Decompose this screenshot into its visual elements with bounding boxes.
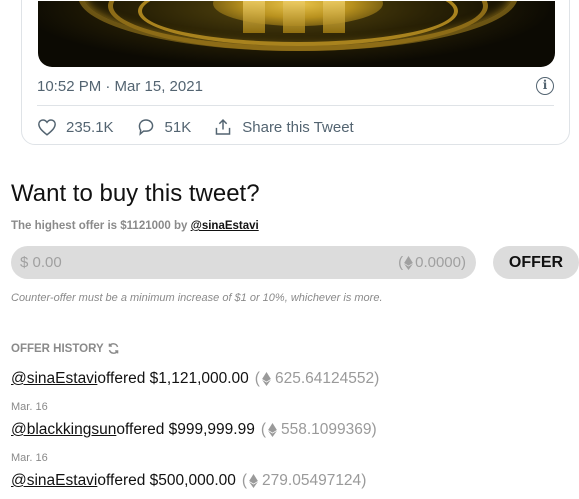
offer-eth-amount: 279.05497124 [262, 472, 362, 489]
highest-offer-prefix: The highest offer is $1121000 by [11, 220, 191, 232]
offer-eth-amount: 558.1099369 [281, 421, 372, 438]
offer-amount-text: offered $999,999.99 [116, 421, 255, 438]
offer-eth-value: (558.1099369) [260, 421, 377, 438]
share-button[interactable]: Share this Tweet [213, 118, 354, 136]
offer-amount-text: offered $1,121,000.00 [97, 370, 249, 387]
tweet-card: 10:52 PM · Mar 15, 2021 i 235.1K 51K Sha… [21, 0, 570, 145]
tweet-timestamp[interactable]: 10:52 PM · Mar 15, 2021 [37, 78, 203, 95]
share-label: Share this Tweet [242, 118, 354, 136]
like-button[interactable]: 235.1K [37, 118, 114, 136]
ethereum-icon [268, 423, 277, 437]
offer-history-row: @blackkingsun offered $999,999.99 (558.1… [11, 421, 377, 439]
ethereum-icon [404, 255, 413, 270]
share-icon [215, 119, 231, 135]
tweet-actions: 235.1K 51K Share this Tweet [37, 116, 376, 138]
reply-icon [138, 119, 153, 136]
offer-eth-amount: 625.64124552 [274, 370, 375, 387]
offer-eth-equivalent: (0.0000) [398, 254, 466, 271]
offer-date: Mar. 16 [11, 452, 48, 464]
offer-eth-value: (279.05497124) [241, 472, 367, 489]
buy-title: Want to buy this tweet? [11, 180, 260, 207]
reply-button[interactable]: 51K [136, 118, 192, 136]
info-icon[interactable]: i [536, 77, 554, 95]
ethereum-icon [262, 372, 271, 386]
tweet-divider [37, 105, 554, 106]
offer-eth-placeholder: 0.0000 [415, 254, 461, 271]
highest-offer-text: The highest offer is $1121000 by @sinaEs… [11, 220, 259, 232]
tweet-media-image[interactable] [38, 1, 555, 67]
offer-history-row: @sinaEstavi offered $1,121,000.00 (625.6… [11, 370, 379, 388]
highest-offer-user-link[interactable]: @sinaEstavi [191, 220, 259, 232]
like-count: 235.1K [66, 118, 114, 136]
ethereum-icon [249, 474, 258, 488]
offer-history-title: OFFER HISTORY [11, 342, 104, 355]
offer-amount-input[interactable]: $ 0.00 (0.0000) [11, 246, 476, 279]
offer-usd-placeholder: $ 0.00 [20, 254, 62, 271]
heart-icon [38, 119, 56, 136]
refresh-icon[interactable] [107, 342, 120, 355]
offer-date: Mar. 16 [11, 401, 48, 413]
offer-eth-value: (625.64124552) [254, 370, 380, 387]
offer-history-row: @sinaEstavi offered $500,000.00 (279.054… [11, 472, 366, 490]
counter-offer-note: Counter-offer must be a minimum increase… [11, 292, 383, 304]
offer-user-link[interactable]: @sinaEstavi [11, 370, 97, 388]
reply-count: 51K [164, 118, 192, 136]
offer-history-header: OFFER HISTORY [11, 342, 120, 355]
offer-amount-text: offered $500,000.00 [97, 472, 236, 489]
offer-user-link[interactable]: @blackkingsun [11, 421, 116, 439]
offer-user-link[interactable]: @sinaEstavi [11, 472, 97, 490]
offer-button[interactable]: OFFER [493, 246, 579, 279]
